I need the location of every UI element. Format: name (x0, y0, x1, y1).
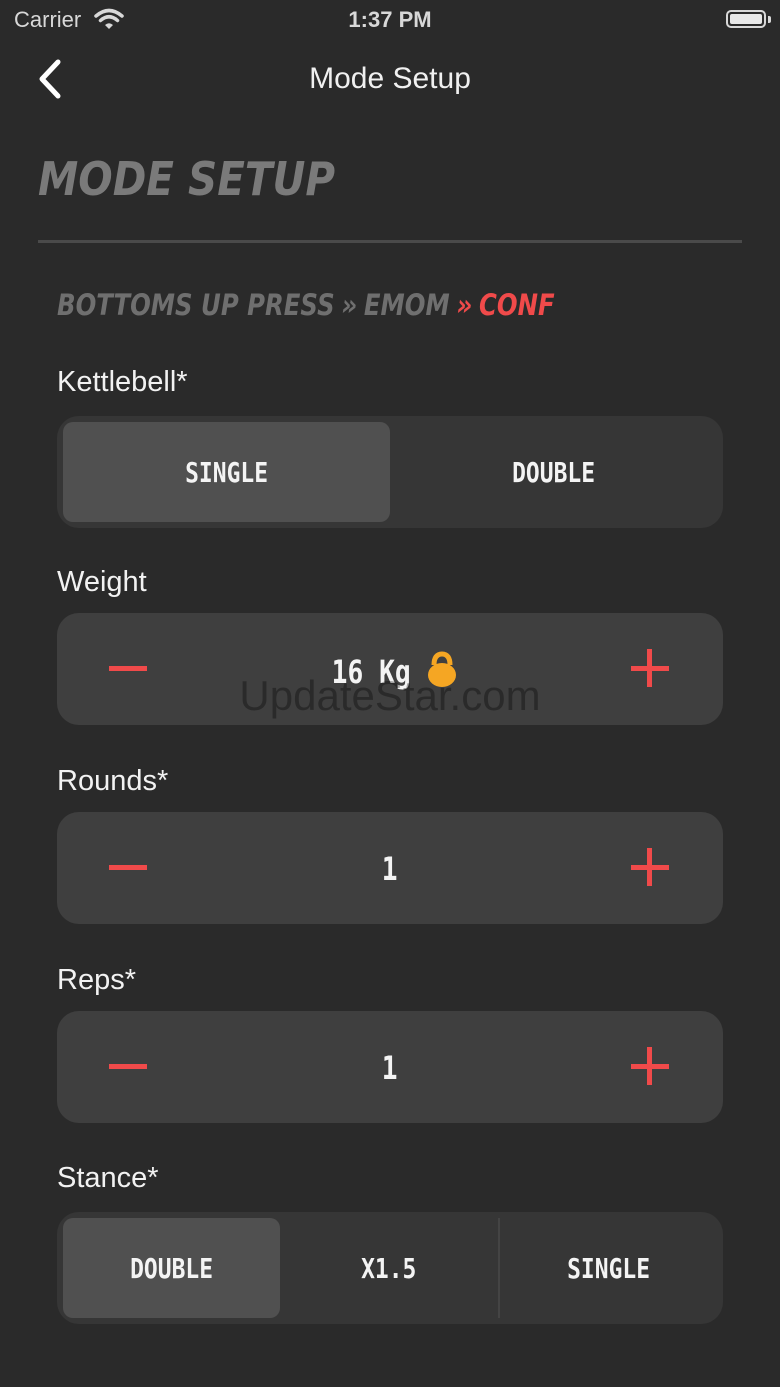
reps-value: 1 (382, 1049, 398, 1087)
stance-x1-5-option[interactable]: X1.5 (280, 1218, 497, 1318)
kettlebell-double-option[interactable]: DOUBLE (390, 422, 717, 522)
reps-label: Reps* (57, 964, 136, 996)
breadcrumb-mode[interactable]: EMOM (364, 288, 450, 322)
battery-tip (768, 16, 771, 23)
stance-double-option[interactable]: DOUBLE (63, 1218, 281, 1318)
rounds-increase-button[interactable] (631, 848, 671, 888)
rounds-stepper: 1 (57, 812, 723, 924)
breadcrumb-separator: » (456, 288, 473, 322)
stance-label: Stance* (57, 1162, 159, 1194)
weight-label: Weight (57, 566, 147, 598)
breadcrumb-exercise[interactable]: BOTTOMS UP PRESS (57, 288, 335, 322)
kettlebell-single-option[interactable]: SINGLE (63, 422, 390, 522)
rounds-label: Rounds* (57, 765, 169, 797)
rounds-value: 1 (382, 850, 398, 888)
battery-icon (726, 10, 766, 28)
weight-value: 16 Kg (57, 651, 723, 695)
page-title: MODE SETUP (38, 152, 335, 206)
weight-stepper: 16 Kg (57, 613, 723, 725)
nav-title: Mode Setup (309, 62, 471, 95)
kettlebell-label: Kettlebell* (57, 366, 188, 398)
status-bar: Carrier 1:37 PM (0, 0, 780, 40)
mode-setup-screen: Carrier 1:37 PM Mode Setup MODE SETUP BO… (0, 0, 780, 1387)
reps-increase-button[interactable] (631, 1047, 671, 1087)
kettlebell-segmented-control: SINGLE DOUBLE (57, 416, 723, 528)
stance-segmented-control: DOUBLE X1.5 SINGLE (57, 1212, 723, 1324)
weight-increase-button[interactable] (631, 649, 671, 689)
breadcrumb-separator: » (341, 288, 358, 322)
divider (38, 240, 742, 243)
clock: 1:37 PM (348, 7, 432, 32)
stance-single-option[interactable]: SINGLE (497, 1218, 717, 1318)
kettlebell-icon (427, 651, 457, 695)
breadcrumb: BOTTOMS UP PRESS» EMOM» CONF (57, 288, 555, 322)
reps-stepper: 1 (57, 1011, 723, 1123)
breadcrumb-current: CONF (479, 288, 555, 322)
